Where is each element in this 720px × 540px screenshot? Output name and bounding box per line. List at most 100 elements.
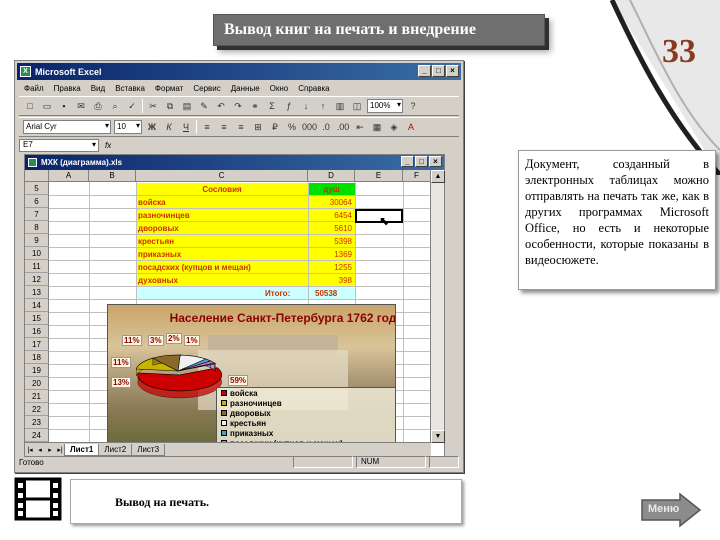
sheet-tab[interactable]: Лист3 [131, 443, 166, 456]
row-header[interactable]: 12 [25, 273, 49, 286]
table-row-label[interactable]: посадских (купцов и мещан) [138, 261, 251, 274]
chart-legend[interactable]: войска разночинцев дворовых крестьян приказн… [216, 387, 395, 445]
align-left-icon[interactable]: ≡ [200, 120, 214, 134]
save-icon[interactable]: ▪ [57, 99, 71, 113]
name-box[interactable]: E7 [19, 138, 99, 152]
legend-entry[interactable]: дворовых [217, 408, 395, 418]
row-header[interactable]: 8 [25, 221, 49, 234]
excel-titlebar[interactable]: X Microsoft Excel _ □ × [17, 63, 461, 80]
row-header[interactable]: 19 [25, 364, 49, 377]
row-header[interactable]: 7 [25, 208, 49, 221]
row-header[interactable]: 9 [25, 234, 49, 247]
fill-color-icon[interactable]: ◈ [387, 120, 401, 134]
row-header[interactable]: 24 [25, 429, 49, 442]
row-header[interactable]: 15 [25, 312, 49, 325]
table-header-label[interactable]: Сословия [136, 183, 308, 196]
film-icon[interactable] [14, 477, 62, 521]
menu-button-label[interactable]: Меню [648, 503, 679, 515]
legend-entry[interactable]: крестьян [217, 418, 395, 428]
sheet-tab[interactable]: Лист2 [98, 443, 133, 456]
font-color-icon[interactable]: A [404, 120, 418, 134]
font-name-select[interactable]: Arial Cyr [23, 120, 111, 134]
undo-icon[interactable]: ↶ [214, 99, 228, 113]
thousands-icon[interactable]: 000 [302, 120, 317, 134]
autosum-icon[interactable]: Σ [265, 99, 279, 113]
column-header[interactable]: B [89, 170, 136, 182]
wb-close-button[interactable]: × [429, 156, 442, 167]
table-header-value[interactable]: душ [308, 183, 355, 196]
table-row-label[interactable]: духовных [138, 274, 178, 287]
row-header[interactable]: 5 [25, 182, 49, 195]
paste-icon[interactable]: ▤ [180, 99, 194, 113]
total-value[interactable]: 50538 [315, 287, 337, 300]
legend-entry[interactable]: войска [217, 388, 395, 398]
row-header[interactable]: 16 [25, 325, 49, 338]
format-painter-icon[interactable]: ✎ [197, 99, 211, 113]
underline-button[interactable]: Ч [179, 120, 193, 134]
row-header[interactable]: 17 [25, 338, 49, 351]
row-header[interactable]: 21 [25, 390, 49, 403]
prev-sheet-icon[interactable]: ◂ [35, 446, 45, 454]
menu-file[interactable]: Файл [19, 84, 49, 93]
row-header[interactable]: 13 [25, 286, 49, 299]
borders-icon[interactable]: ▦ [370, 120, 384, 134]
excel-window[interactable]: X Microsoft Excel _ □ × Файл Правка Вид … [14, 60, 464, 473]
workbook-window[interactable]: МХК (диаграмма).xls _ □ × A B C D E F 56… [24, 154, 445, 457]
maximize-button[interactable]: □ [432, 65, 445, 77]
align-right-icon[interactable]: ≡ [234, 120, 248, 134]
menu-tools[interactable]: Сервис [188, 84, 225, 93]
legend-entry[interactable]: приказных [217, 428, 395, 438]
table-row-label[interactable]: приказных [138, 248, 181, 261]
minimize-button[interactable]: _ [418, 65, 431, 77]
indent-icon[interactable]: ⇤ [353, 120, 367, 134]
row-header[interactable]: 22 [25, 403, 49, 416]
menu-window[interactable]: Окно [265, 84, 294, 93]
font-size-select[interactable]: 10 [114, 120, 142, 134]
italic-button[interactable]: К [162, 120, 176, 134]
hyperlink-icon[interactable]: ⚭ [248, 99, 262, 113]
table-row-label[interactable]: войска [138, 196, 166, 209]
drawing-icon[interactable]: ◫ [350, 99, 364, 113]
new-file-icon[interactable]: □ [23, 99, 37, 113]
percent-icon[interactable]: % [285, 120, 299, 134]
select-all-corner[interactable] [25, 170, 49, 182]
vertical-scrollbar[interactable]: ▲ ▼ [430, 170, 445, 443]
menu-view[interactable]: Вид [86, 84, 110, 93]
column-header[interactable]: A [49, 170, 89, 182]
decrease-decimal-icon[interactable]: .00 [336, 120, 350, 134]
function-label[interactable]: fx [105, 141, 111, 150]
table-row-value[interactable]: 1255 [312, 261, 352, 274]
column-header[interactable]: D [308, 170, 355, 182]
scroll-down-icon[interactable]: ▼ [431, 430, 445, 443]
spreadsheet-grid[interactable]: A B C D E F 5 6 7 8 9 10 11 12 13 14 15 16 17 18 19 20 2… [25, 170, 431, 446]
legend-entry[interactable]: разночинцев [217, 398, 395, 408]
help-icon[interactable]: ? [406, 99, 420, 113]
column-header[interactable]: C [136, 170, 308, 182]
cut-icon[interactable]: ✂ [146, 99, 160, 113]
menu-edit[interactable]: Правка [49, 84, 86, 93]
embedded-chart[interactable]: Население Санкт-Петербурга 1762 год 59% 1… [107, 304, 396, 446]
table-row-value[interactable]: 5398 [312, 235, 352, 248]
next-sheet-icon[interactable]: ▸ [45, 446, 55, 454]
menu-help[interactable]: Справка [293, 84, 334, 93]
row-header[interactable]: 10 [25, 247, 49, 260]
row-header[interactable]: 23 [25, 416, 49, 429]
sort-asc-icon[interactable]: ↓ [299, 99, 313, 113]
bold-button[interactable]: Ж [145, 120, 159, 134]
increase-decimal-icon[interactable]: .0 [319, 120, 333, 134]
print-icon[interactable]: ⎙ [91, 99, 105, 113]
first-sheet-icon[interactable]: |◂ [25, 446, 35, 454]
zoom-select[interactable]: 100% [367, 99, 403, 113]
redo-icon[interactable]: ↷ [231, 99, 245, 113]
align-center-icon[interactable]: ≡ [217, 120, 231, 134]
merge-center-icon[interactable]: ⊞ [251, 120, 265, 134]
row-header[interactable]: 18 [25, 351, 49, 364]
open-folder-icon[interactable]: ▭ [40, 99, 54, 113]
menu-format[interactable]: Формат [150, 84, 188, 93]
total-label[interactable]: Итого: [265, 287, 290, 300]
column-header[interactable]: F [403, 170, 431, 182]
email-icon[interactable]: ✉ [74, 99, 88, 113]
table-row-value[interactable]: 398 [312, 274, 352, 287]
table-row-value[interactable]: 6454 [312, 209, 352, 222]
wb-minimize-button[interactable]: _ [401, 156, 414, 167]
